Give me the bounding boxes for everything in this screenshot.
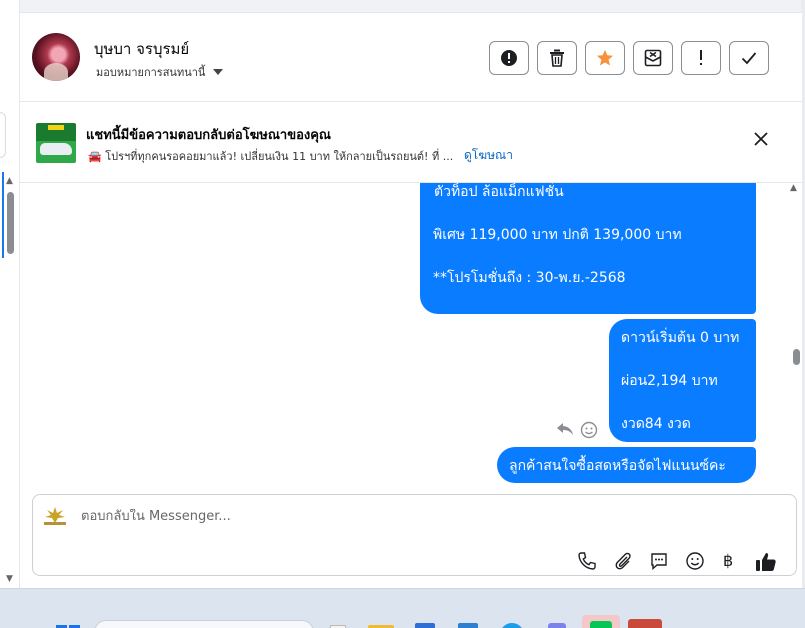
baht-icon: ฿ <box>723 551 734 570</box>
reply-input[interactable] <box>81 509 641 524</box>
mark-unread-button[interactable] <box>633 41 673 75</box>
reply-icon <box>557 423 573 435</box>
message-line: ลูกค้าสนใจซื้อสดหรือจัดไฟแนนซ์คะ <box>509 458 726 474</box>
message-line: ดาวน์เริ่มต้น 0 บาท <box>621 330 740 346</box>
attach-button[interactable] <box>613 551 633 575</box>
close-icon <box>754 132 768 146</box>
check-icon <box>741 52 757 65</box>
teams-icon[interactable] <box>548 623 566 628</box>
conversation-list-edge: ▲ ▼ <box>0 0 20 588</box>
left-scrollbar-thumb[interactable] <box>7 192 14 254</box>
trash-icon <box>550 49 564 67</box>
star-button[interactable] <box>585 41 625 75</box>
message-line: **โปรโมชั่นถึง : 30-พ.ย.-2568 <box>433 270 626 286</box>
exclamation-circle-icon <box>501 50 517 66</box>
ad-banner-title: แชทนี้มีข้อความตอบกลับต่อโฆษณาของคุณ <box>86 128 331 143</box>
exclamation-icon <box>700 50 702 65</box>
call-button[interactable] <box>577 551 597 575</box>
thumbs-up-icon <box>756 553 776 571</box>
thread-scrollbar[interactable]: ▲ <box>790 183 802 493</box>
conversation-panel: บุษบา จรบุรมย์ มอบหมายการสนทนานี้ แชทนี้… <box>20 12 802 588</box>
left-scroll-down-arrow[interactable]: ▼ <box>6 574 13 584</box>
message-line: ตัวท็อป ล้อแม็กแฟชั่น <box>434 184 564 200</box>
mark-done-button[interactable] <box>729 41 769 75</box>
message-line: ผ่อน2,194 บาท <box>621 373 718 389</box>
contact-name[interactable]: บุษบา จรบุรมย์ <box>94 37 189 61</box>
ad-banner-subtitle: 🚘 โปรฯที่ทุกคนรอคอยมาแล้ว! เปลี่ยนเงิน 1… <box>88 150 454 163</box>
conversation-header: บุษบา จรบุรมย์ มอบหมายการสนทนานี้ <box>20 13 802 102</box>
message-bubble[interactable]: ดาวน์เริ่มต้น 0 บาท ผ่อน2,194 บาท งวด84 … <box>609 319 756 442</box>
messenger-inbox-window: ▲ ▼ บุษบา จรบุรมย์ มอบหมายการสนทนานี้ แช… <box>0 0 805 628</box>
scroll-up-arrow[interactable]: ▲ <box>790 183 797 193</box>
message-bubble[interactable]: ลูกค้าสนใจซื้อสดหรือจัดไฟแนนซ์คะ <box>497 447 756 483</box>
app-icon[interactable] <box>458 623 478 628</box>
paperclip-icon <box>615 552 631 570</box>
saved-replies-button[interactable] <box>649 551 669 575</box>
assign-label: มอบหมายการสนทนานี้ <box>96 66 206 79</box>
reply-composer: ฿ <box>32 494 797 576</box>
phone-icon <box>578 552 596 570</box>
smiley-icon <box>580 421 598 439</box>
message-line: พิเศษ 119,000 บาท ปกติ 139,000 บาท <box>433 227 682 243</box>
message-thread: ตัวท็อป ล้อแม็กแฟชั่น พิเศษ 119,000 บาท … <box>20 183 790 493</box>
ad-reply-banner: แชทนี้มีข้อความตอบกลับต่อโฆษณาของคุณ 🚘 โ… <box>20 103 802 183</box>
ad-thumbnail[interactable] <box>36 123 76 163</box>
avatar[interactable] <box>32 33 80 81</box>
like-button[interactable] <box>755 551 777 577</box>
star-icon <box>596 49 614 66</box>
taskbar <box>0 588 805 628</box>
smiley-icon <box>686 552 704 570</box>
message-bubble[interactable]: ตัวท็อป ล้อแม็กแฟชั่น พิเศษ 119,000 บาท … <box>420 183 756 314</box>
spam-button[interactable] <box>489 41 529 75</box>
emoji-button[interactable] <box>685 551 705 575</box>
envelope-x-icon <box>644 49 662 67</box>
left-scroll-up-arrow[interactable]: ▲ <box>6 176 13 186</box>
taskbar-search-box[interactable] <box>94 620 314 628</box>
reply-button[interactable] <box>556 421 574 441</box>
delete-button[interactable] <box>537 41 577 75</box>
chevron-down-icon <box>213 69 224 75</box>
collapsed-tab[interactable] <box>0 112 6 158</box>
thread-scrollbar-thumb[interactable] <box>793 349 800 365</box>
page-logo-icon <box>44 507 66 525</box>
app-icon[interactable] <box>628 619 662 628</box>
react-button[interactable] <box>580 421 598 443</box>
assign-conversation-dropdown[interactable]: มอบหมายการสนทนานี้ <box>96 63 224 81</box>
close-banner-button[interactable] <box>754 131 768 150</box>
active-indicator <box>2 172 4 258</box>
line-app-button[interactable] <box>582 615 620 628</box>
browser-icon[interactable] <box>500 623 524 628</box>
chat-bubble-icon <box>651 553 667 571</box>
follow-up-button[interactable] <box>681 41 721 75</box>
view-ad-link[interactable]: ดูโฆษณา <box>464 146 513 165</box>
calendar-app-icon[interactable] <box>415 623 435 628</box>
message-line: งวด84 งวด <box>621 416 691 432</box>
line-icon <box>590 621 612 628</box>
payment-button[interactable]: ฿ <box>723 551 733 570</box>
